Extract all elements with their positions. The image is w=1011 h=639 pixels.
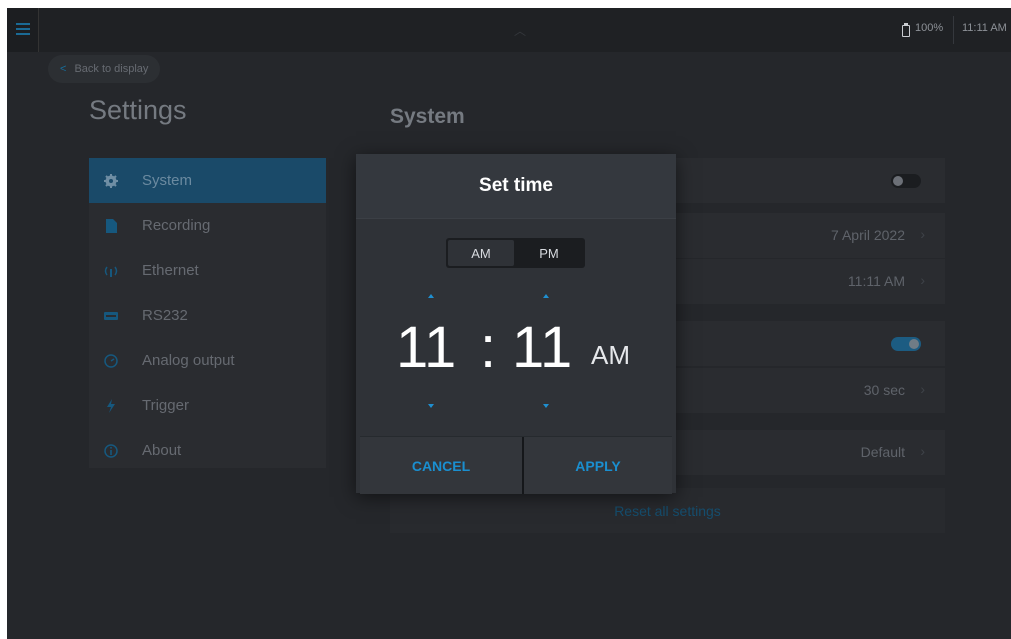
pm-button[interactable]: PM — [516, 240, 582, 266]
time-value: 11:11 AM — [847, 273, 905, 289]
sidebar-item-label: Ethernet — [142, 262, 199, 279]
am-button[interactable]: AM — [448, 240, 514, 266]
chevron-up-icon: ︿ — [514, 24, 527, 38]
port-icon — [103, 308, 119, 324]
sidebar-item-label: Trigger — [142, 397, 189, 414]
page-title: Settings — [89, 95, 187, 125]
battery-level: 100% — [915, 22, 944, 34]
default-value: Default — [860, 444, 905, 460]
sidebar-item-analog-output[interactable]: Analog output — [89, 338, 326, 383]
date-value: 7 April 2022 — [831, 227, 905, 243]
minute-decrement-button[interactable] — [543, 404, 549, 408]
am-pm-toggle: AM PM — [446, 238, 585, 268]
sidebar-item-label: System — [142, 172, 193, 189]
hour-decrement-button[interactable] — [428, 404, 434, 408]
sidebar-item-ethernet[interactable]: Ethernet — [89, 248, 326, 293]
sidebar-item-system[interactable]: System — [89, 158, 326, 203]
settings-sidebar: System Recording Ethernet RS232 Analog o… — [89, 158, 326, 468]
sidebar-item-label: About — [142, 442, 182, 459]
toggle-switch[interactable] — [891, 174, 921, 188]
dialog-title: Set time — [356, 154, 676, 219]
time-display: 11 : 11 AM — [356, 314, 676, 384]
hour-increment-button[interactable] — [428, 294, 434, 298]
sidebar-item-rs232[interactable]: RS232 — [89, 293, 326, 338]
apply-button[interactable]: APPLY — [524, 437, 672, 494]
period-suffix: AM — [591, 340, 630, 370]
timeout-value: 30 sec — [863, 382, 905, 398]
top-bar: ︿ 100% 11:11 AM — [7, 8, 1011, 52]
divider — [953, 16, 954, 44]
file-icon — [103, 218, 119, 234]
sidebar-item-label: Analog output — [142, 352, 235, 369]
time-separator: : — [480, 315, 497, 380]
chevron-right-icon: › — [920, 381, 925, 397]
hamburger-icon — [16, 23, 30, 25]
hour-value: 11 — [396, 315, 457, 380]
battery-icon — [902, 23, 910, 37]
chevron-right-icon: › — [920, 226, 925, 242]
chevron-right-icon: › — [920, 443, 925, 459]
sidebar-item-recording[interactable]: Recording — [89, 203, 326, 248]
minute-value: 11 — [512, 315, 573, 380]
lightning-icon — [103, 398, 119, 414]
toggle-switch[interactable] — [891, 337, 921, 351]
menu-button[interactable] — [7, 8, 39, 52]
reset-all-settings-button[interactable]: Reset all settings — [390, 488, 945, 533]
minute-increment-button[interactable] — [543, 294, 549, 298]
section-title: System — [390, 105, 465, 128]
app-screen: ︿ 100% 11:11 AM < Back to display Settin… — [7, 8, 1011, 639]
info-icon — [103, 443, 119, 459]
gauge-icon — [103, 353, 119, 369]
cancel-button[interactable]: CANCEL — [360, 437, 522, 494]
sidebar-item-about[interactable]: About — [89, 428, 326, 473]
antenna-icon — [103, 263, 119, 279]
back-label: Back to display — [74, 63, 149, 75]
sidebar-item-label: Recording — [142, 217, 211, 234]
chevron-left-icon: < — [60, 63, 67, 75]
set-time-dialog: Set time AM PM 11 : 11 AM CANCEL APPLY — [356, 154, 676, 494]
back-to-display-button[interactable]: < Back to display — [48, 55, 161, 83]
chevron-right-icon: › — [920, 272, 925, 288]
dialog-actions: CANCEL APPLY — [360, 436, 672, 494]
clock: 11:11 AM — [962, 22, 1007, 34]
sidebar-item-trigger[interactable]: Trigger — [89, 383, 326, 428]
gear-icon — [103, 173, 119, 189]
sidebar-item-label: RS232 — [142, 307, 188, 324]
